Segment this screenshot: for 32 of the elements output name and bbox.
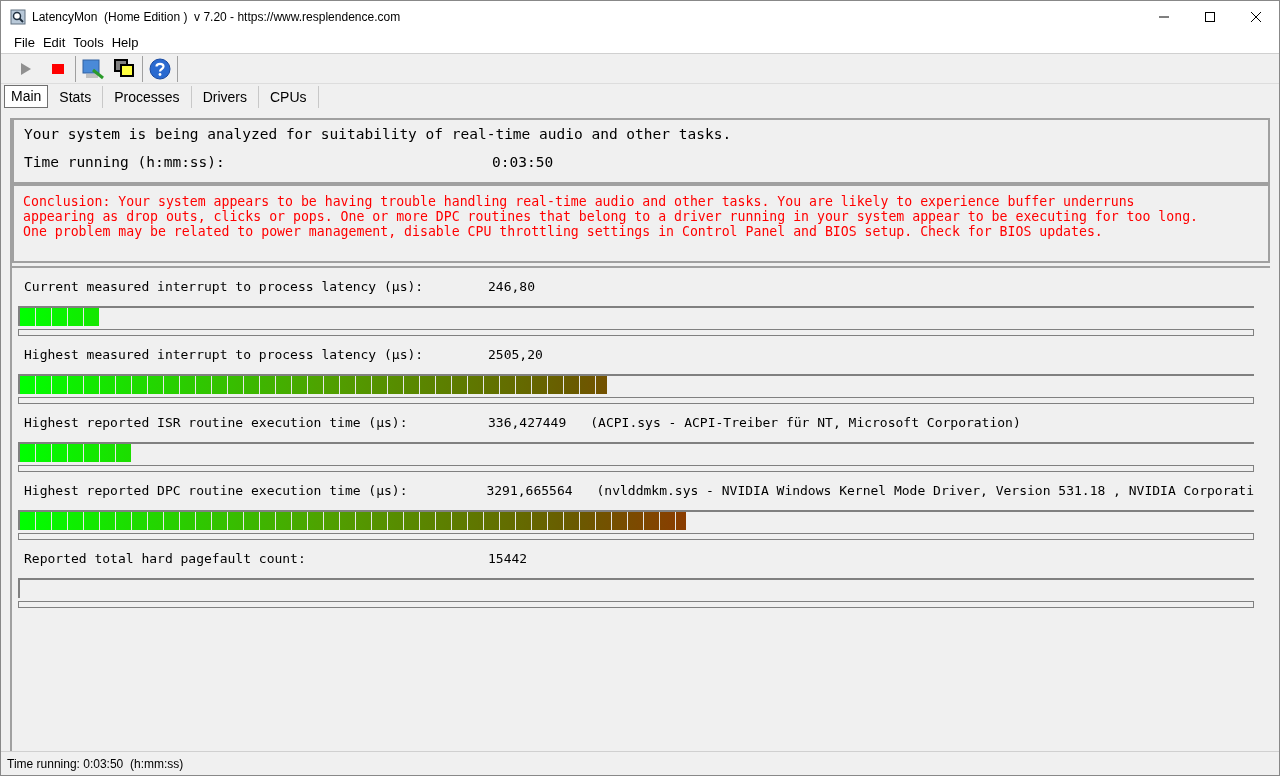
metric-value: 3291,665564 — [486, 481, 573, 500]
maximize-icon — [1205, 11, 1215, 22]
menu-item[interactable]: Help — [107, 32, 143, 53]
metric-label: Reported total hard pagefault count: — [24, 549, 307, 568]
tab[interactable]: Processes — [103, 86, 192, 108]
conclusion-text: Conclusion: Your system appears to be having trouble handling real-time audio and other tasks. You are likely to experience buffer underruns appearing as drop outs, clicks or pops. One or more DPC routines that belong to a driver running in your system appear to be executing for too long. One problem may be related to power management, disable CPU throttling settings in Control Panel and BIOS setup. Check for BIOS updates. — [23, 193, 1200, 239]
metric-detail: (nvlddmkm.sys - NVIDIA Windows Kernel Mode Driver, Version 531.18 , NVIDIA Corporati — [596, 481, 1254, 500]
menu-item[interactable]: Edit — [38, 32, 70, 53]
status-text: Time running: 0:03:50 (h:mm:ss) — [7, 755, 184, 773]
time-value: 0:03:50 — [492, 152, 554, 172]
metric-label: Highest reported DPC routine execution time (µs): — [24, 481, 409, 500]
stop-icon — [52, 63, 64, 74]
tab[interactable]: CPUs — [258, 86, 319, 108]
magnifier-app-icon — [10, 8, 26, 25]
close-icon — [1251, 11, 1261, 22]
metric-label: Current measured interrupt to process latency (µs): — [24, 277, 425, 296]
metric-value: 246,80 — [488, 277, 535, 296]
metric-label: Highest measured interrupt to process latency (µs): — [24, 345, 425, 364]
metric-value: 15442 — [488, 549, 528, 568]
menu-item[interactable]: File — [10, 32, 39, 53]
menu-item[interactable]: Tools — [69, 32, 108, 53]
metric-label: Highest reported ISR routine execution time (µs): — [24, 413, 409, 432]
time-label: Time running (h:mm:ss): — [24, 152, 226, 172]
play-icon — [20, 61, 32, 76]
tab[interactable]: Drivers — [191, 86, 259, 108]
tab[interactable]: Main — [4, 85, 49, 108]
metric-detail: (ACPI.sys - ACPI-Treiber für NT, Microsoft Corporation) — [590, 413, 1021, 432]
window-title: LatencyMon (Home Edition ) v 7.20 - https://www.resplendence.com — [32, 8, 401, 26]
metric-value: 2505,20 — [488, 345, 543, 364]
tab[interactable]: Stats — [48, 86, 104, 108]
metric-value: 336,427449 — [488, 413, 567, 432]
analysis-headline: Your system is being analyzed for suitability of real-time audio and other tasks. — [24, 125, 733, 144]
